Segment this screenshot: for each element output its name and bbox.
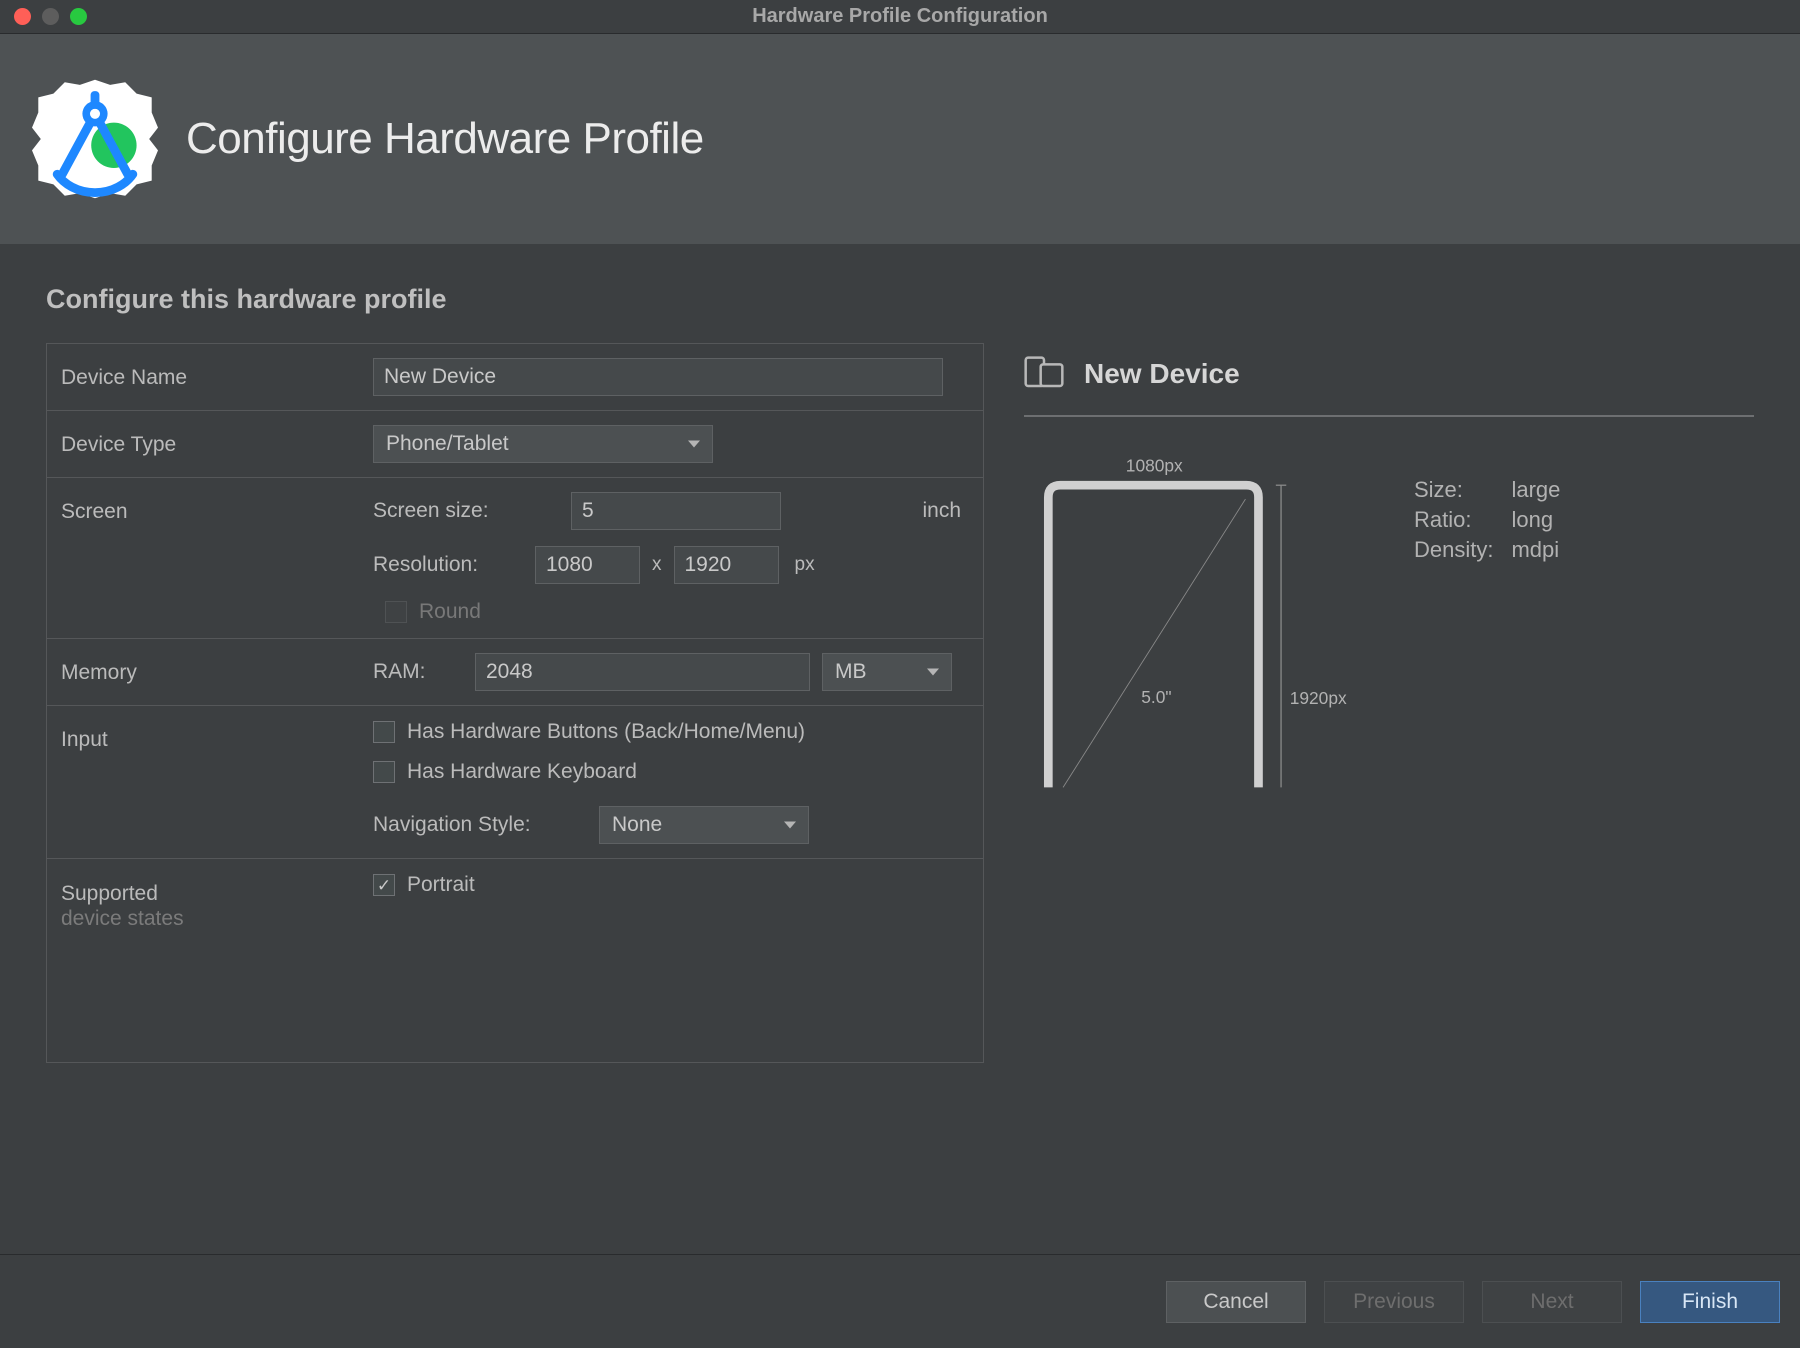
row-device-name: Device Name <box>47 344 983 411</box>
device-name-label: Device Name <box>61 358 373 390</box>
memory-label: Memory <box>61 653 373 685</box>
chevron-down-icon <box>784 822 796 829</box>
device-name-input[interactable] <box>373 358 943 396</box>
input-label: Input <box>61 720 373 752</box>
preview-info: Size: large Ratio: long Density: mdpi <box>1414 477 1560 563</box>
resolution-height-input[interactable] <box>674 546 779 584</box>
minimize-window-button <box>42 8 59 25</box>
info-ratio-label: Ratio: <box>1414 507 1493 533</box>
resolution-label: Resolution: <box>373 553 523 577</box>
finish-button[interactable]: Finish <box>1640 1281 1780 1323</box>
info-size-value: large <box>1511 477 1560 503</box>
diagram-width-label: 1080px <box>1126 455 1183 475</box>
resolution-unit: px <box>795 554 815 576</box>
android-studio-icon <box>32 76 158 202</box>
round-checkbox: ✓ <box>385 601 407 623</box>
ram-input[interactable] <box>475 653 810 691</box>
chevron-down-icon <box>688 441 700 448</box>
section-heading: Configure this hardware profile <box>46 284 1754 315</box>
resolution-width-input[interactable] <box>535 546 640 584</box>
previous-button: Previous <box>1324 1281 1464 1323</box>
chevron-down-icon <box>927 669 939 676</box>
cancel-button[interactable]: Cancel <box>1166 1281 1306 1323</box>
zoom-window-button[interactable] <box>70 8 87 25</box>
portrait-label: Portrait <box>407 873 475 897</box>
header: Configure Hardware Profile <box>0 34 1800 244</box>
ram-unit-select[interactable]: MB <box>822 653 952 691</box>
preview-panel: New Device 1080px 5.0" <box>1024 343 1754 1254</box>
hw-keyboard-label: Has Hardware Keyboard <box>407 760 637 784</box>
devices-icon <box>1024 351 1064 397</box>
device-type-value: Phone/Tablet <box>386 432 509 456</box>
ram-unit-value: MB <box>835 660 867 684</box>
hw-buttons-label: Has Hardware Buttons (Back/Home/Menu) <box>407 720 805 744</box>
info-density-value: mdpi <box>1511 537 1560 563</box>
form-panel: Device Name Device Type Phone/Tablet Scr… <box>46 343 984 1063</box>
svg-text:5.0": 5.0" <box>1141 687 1171 707</box>
info-size-label: Size: <box>1414 477 1493 503</box>
round-label: Round <box>419 600 481 624</box>
window-controls <box>14 8 87 25</box>
screen-label: Screen <box>61 492 373 524</box>
row-memory: Memory RAM: MB <box>47 639 983 706</box>
device-diagram: 1080px 5.0" 1920px <box>1024 447 1354 800</box>
screen-size-label: Screen size: <box>373 499 559 523</box>
footer: Cancel Previous Next Finish <box>0 1254 1800 1348</box>
resolution-sep: x <box>652 554 662 576</box>
ram-label: RAM: <box>373 660 463 684</box>
portrait-checkbox[interactable]: ✓ <box>373 874 395 896</box>
svg-text:1920px: 1920px <box>1290 688 1347 708</box>
nav-style-value: None <box>612 813 662 837</box>
row-input: Input ✓ Has Hardware Buttons (Back/Home/… <box>47 706 983 859</box>
device-type-label: Device Type <box>61 425 373 457</box>
supported-states-label: Supported device states <box>61 873 373 931</box>
info-density-label: Density: <box>1414 537 1493 563</box>
row-device-type: Device Type Phone/Tablet <box>47 411 983 478</box>
device-type-select[interactable]: Phone/Tablet <box>373 425 713 463</box>
next-button: Next <box>1482 1281 1622 1323</box>
preview-title: New Device <box>1084 358 1240 390</box>
page-title: Configure Hardware Profile <box>186 114 704 164</box>
hw-buttons-checkbox[interactable]: ✓ <box>373 721 395 743</box>
row-screen: Screen Screen size: inch Resolution: x p… <box>47 478 983 639</box>
nav-style-label: Navigation Style: <box>373 813 587 837</box>
nav-style-select[interactable]: None <box>599 806 809 844</box>
info-ratio-value: long <box>1511 507 1560 533</box>
close-window-button[interactable] <box>14 8 31 25</box>
titlebar: Hardware Profile Configuration <box>0 0 1800 34</box>
screen-size-input[interactable] <box>571 492 781 530</box>
row-supported-states: Supported device states ✓ Portrait <box>47 859 983 945</box>
screen-size-unit: inch <box>922 499 961 523</box>
window-title: Hardware Profile Configuration <box>752 5 1048 28</box>
hw-keyboard-checkbox[interactable]: ✓ <box>373 761 395 783</box>
